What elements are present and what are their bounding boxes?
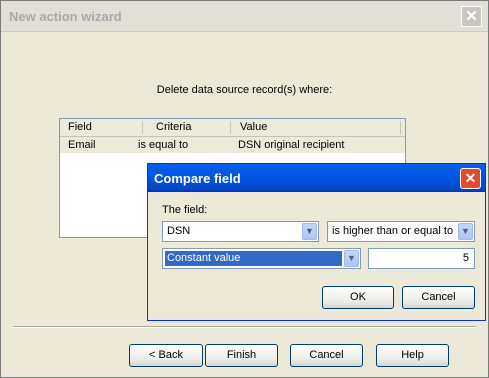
cell-criteria: is equal to: [138, 139, 189, 151]
column-header-value[interactable]: Value: [240, 121, 267, 133]
list-item[interactable]: Email is equal to DSN original recipient: [60, 137, 405, 153]
close-icon: ✕: [464, 170, 477, 186]
cancel-button[interactable]: Cancel: [290, 344, 363, 367]
dialog-cancel-button[interactable]: Cancel: [402, 286, 475, 309]
back-button[interactable]: < Back: [129, 344, 203, 367]
cell-value: DSN original recipient: [238, 139, 345, 151]
column-divider: [230, 121, 231, 134]
wizard-instruction: Delete data source record(s) where:: [156, 84, 333, 96]
cell-field: Email: [68, 139, 96, 151]
chevron-down-icon[interactable]: ▼: [458, 223, 473, 240]
dialog-titlebar: Compare field ✕: [148, 164, 485, 192]
compare-field-dialog: Compare field ✕ The field: DSN ▼ is high…: [147, 163, 486, 321]
operator-select-value: is higher than or equal to: [332, 225, 454, 237]
chevron-down-icon[interactable]: ▼: [302, 223, 317, 240]
ok-button[interactable]: OK: [322, 286, 394, 309]
button-separator: [13, 326, 476, 328]
operator-select[interactable]: is higher than or equal to ▼: [327, 221, 475, 242]
field-select-value: DSN: [167, 225, 191, 237]
criteria-list-header: Field Criteria Value: [60, 119, 405, 137]
column-header-criteria[interactable]: Criteria: [156, 121, 191, 133]
value-source-select[interactable]: Constant value ▼: [162, 248, 361, 269]
chevron-down-icon[interactable]: ▼: [344, 250, 359, 267]
field-select[interactable]: DSN ▼: [162, 221, 319, 242]
dialog-title: Compare field: [154, 171, 241, 186]
help-button[interactable]: Help: [376, 344, 449, 367]
field-label: The field:: [162, 204, 208, 216]
value-source-select-value: Constant value: [165, 251, 342, 266]
dialog-close-button[interactable]: ✕: [460, 168, 481, 189]
column-divider: [142, 121, 143, 134]
close-icon: ✕: [465, 8, 478, 25]
wizard-title: New action wizard: [9, 9, 122, 24]
constant-value-input[interactable]: 5: [368, 248, 475, 269]
wizard-close-button[interactable]: ✕: [461, 6, 482, 27]
column-divider: [400, 121, 401, 134]
column-header-field[interactable]: Field: [68, 121, 92, 133]
wizard-titlebar: New action wizard ✕: [1, 1, 488, 32]
finish-button[interactable]: Finish: [205, 344, 278, 367]
